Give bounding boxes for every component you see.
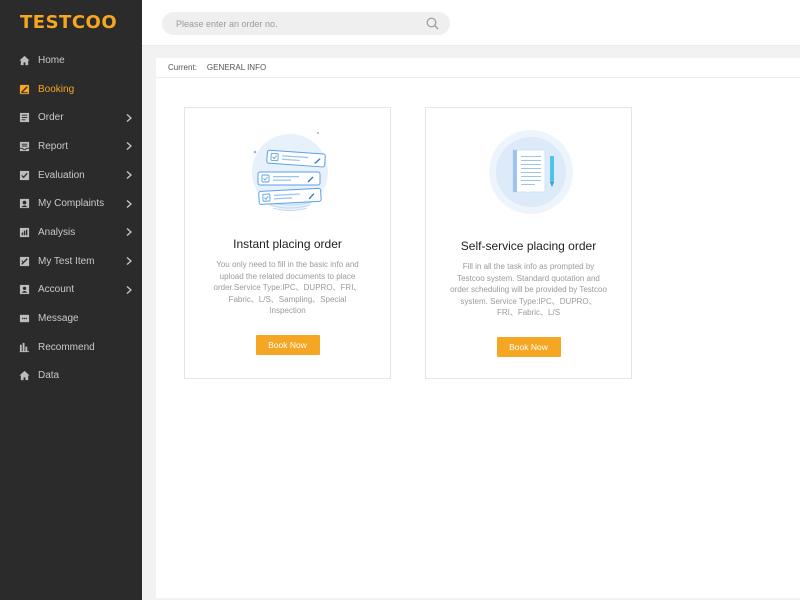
account-icon [19,284,30,295]
chevron-right-icon [126,199,132,208]
sidebar-item-report[interactable]: Report [0,132,142,161]
sidebar-item-account[interactable]: Account [0,276,142,305]
test-item-icon [19,256,30,267]
sidebar-item-label: Home [38,54,65,66]
analysis-icon [19,227,30,238]
sidebar-item-label: My Complaints [38,198,105,210]
brand-logo[interactable]: TESTCOO [0,0,142,44]
sidebar-item-label: Booking [38,83,75,95]
sidebar-item-evaluation[interactable]: Evaluation [0,161,142,190]
sidebar-item-label: Data [38,370,60,382]
sidebar-item-my-complaints[interactable]: My Complaints [0,189,142,218]
sidebar-item-label: My Test Item [38,255,95,267]
main-content: Current: GENERAL INFO Instant placing or… [156,58,800,598]
book-now-button[interactable]: Book Now [496,337,561,357]
recommend-icon [19,342,30,353]
sidebar-item-label: Account [38,284,75,296]
instant-order-card: Instant placing order You only need to f… [184,107,391,379]
chevron-right-icon [126,228,132,237]
breadcrumb: Current: GENERAL INFO [156,58,800,78]
sidebar-item-recommend[interactable]: Recommend [0,333,142,362]
sidebar-item-label: Order [38,112,64,124]
breadcrumb-label: Current: [168,63,197,72]
sidebar-item-data[interactable]: Data [0,362,142,391]
chevron-right-icon [126,171,132,180]
order-icon [19,112,30,123]
home-icon [19,55,30,66]
card-title: Self-service placing order [460,239,597,253]
sidebar-item-message[interactable]: Message [0,304,142,333]
sidebar-item-booking[interactable]: Booking [0,75,142,104]
card-description: You only need to fill in the basic info … [213,260,362,315]
sidebar-item-label: Analysis [38,226,76,238]
complaints-icon [19,198,30,209]
chevron-right-icon [126,285,132,294]
sidebar-nav: Home Booking Order Report Evaluation My … [0,44,142,390]
sidebar-item-label: Evaluation [38,169,85,181]
book-now-button[interactable]: Book Now [255,335,320,355]
evaluation-icon [19,170,30,181]
report-icon [19,141,30,152]
message-icon [19,313,30,324]
data-icon [19,370,30,381]
self-service-order-card: Self-service placing order Fill in all t… [425,107,632,379]
sidebar-item-label: Recommend [38,341,95,353]
sidebar: TESTCOO Home Booking Order Report Evalua… [0,0,142,600]
card-title: Instant placing order [233,237,342,251]
sidebar-item-my-test-item[interactable]: My Test Item [0,247,142,276]
chevron-right-icon [126,142,132,151]
sidebar-item-label: Report [38,140,69,152]
breadcrumb-current: GENERAL INFO [206,63,267,72]
top-bar [142,0,800,46]
sidebar-item-home[interactable]: Home [0,46,142,75]
search-box [162,12,450,35]
chevron-right-icon [126,257,132,266]
sidebar-item-label: Message [38,313,79,325]
order-forms-illustration [251,132,328,211]
search-icon[interactable] [420,12,444,35]
sidebar-item-order[interactable]: Order [0,103,142,132]
chevron-right-icon [126,113,132,122]
search-input[interactable] [162,18,420,29]
sidebar-item-analysis[interactable]: Analysis [0,218,142,247]
notebook-pen-illustration [488,130,573,214]
card-description: Fill in all the task info as prompted by… [450,262,607,317]
booking-icon [19,84,30,95]
